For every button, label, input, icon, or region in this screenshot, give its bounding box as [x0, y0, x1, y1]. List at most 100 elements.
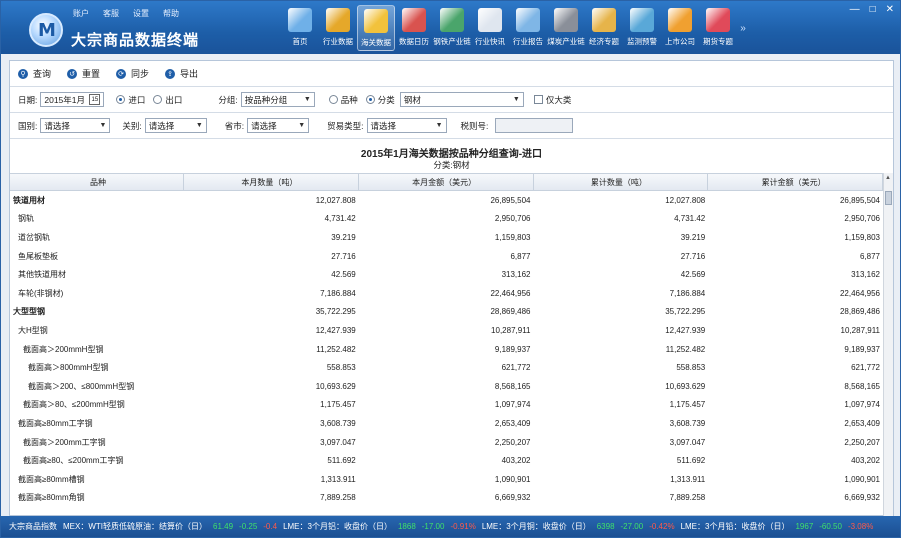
row-value-2: 9,189,937 — [494, 344, 531, 354]
toolbar-item-8[interactable]: 经济专题 — [585, 5, 623, 51]
menu-item-0[interactable]: 账户 — [73, 8, 89, 19]
row-value-3: 3,097.047 — [669, 437, 706, 447]
date-input[interactable]: 2015年1月 15 — [40, 92, 105, 107]
report-title: 2015年1月海关数据按品种分组查询-进口 — [360, 149, 543, 160]
only-big-checkbox[interactable] — [533, 95, 543, 104]
status-ticker: 大宗商品指数 MEX：WTI轻质低硫原油：结算价（日） 61.49 -0.25 -0.4… — [1, 516, 900, 537]
toolbar-item-6[interactable]: 行业报告 — [509, 5, 547, 51]
action-0-button[interactable]: ⚲ 查询 — [18, 67, 51, 80]
table-row[interactable]: 车轮(非钢材) 7,186.884 22,464,956 7,186.884 22,46… — [10, 284, 883, 303]
news-icon — [478, 8, 502, 32]
report-icon — [516, 8, 540, 32]
row-name: 截面高＞80、≤200mmH型钢 — [23, 400, 125, 410]
row-name: 截面高≥80mm工字钢 — [18, 418, 93, 428]
column-header-3[interactable]: 累计数量（吨） — [534, 174, 709, 190]
row-name: 截面高≥80mm槽钢 — [18, 474, 85, 484]
row-value-4: 1,090,901 — [844, 474, 880, 484]
menu-item-3[interactable]: 帮助 — [163, 8, 179, 19]
customs-select[interactable]: 请选择 ▼ — [144, 118, 207, 133]
minimize-icon[interactable]: — — [850, 4, 860, 15]
toolbar-item-2[interactable]: 海关数据 — [357, 5, 395, 51]
toolbar-item-0[interactable]: 首页 — [281, 5, 319, 51]
table-row[interactable]: 截面高＞200mmH型钢 11,252.482 9,189,937 11,252.48… — [10, 340, 883, 359]
table-row[interactable]: 截面高＞200、≤800mmH型钢 10,693.629 8,568,165 10,6… — [10, 377, 883, 396]
steel-icon — [440, 8, 464, 32]
ticker-price-1: 1868 — [397, 522, 416, 531]
table-row[interactable]: 截面高＞800mmH型钢 558.853 621,772 558.853 621,772 — [10, 358, 883, 377]
table-row[interactable]: 其他铁道用材 42.569 313,162 42.569 313,162 — [10, 265, 883, 284]
trade-select[interactable]: 请选择 ▼ — [366, 118, 447, 133]
column-header-4[interactable]: 累计金额（美元） — [708, 174, 883, 190]
toolbar-item-label: 海关数据 — [361, 38, 391, 47]
chevron-right-icon[interactable]: » — [737, 5, 749, 51]
action-3-button[interactable]: ⇪ 导出 — [165, 67, 198, 80]
row-value-4: 1,097,974 — [844, 400, 880, 410]
row-value-1: 42.569 — [331, 270, 356, 280]
column-header-0[interactable]: 品种 — [10, 174, 184, 190]
row-value-4: 403,202 — [851, 456, 880, 466]
row-value-1: 1,313.911 — [320, 474, 356, 484]
row-value-2: 6,877 — [510, 251, 531, 261]
toolbar-item-label: 上市公司 — [665, 37, 695, 46]
province-select[interactable]: 请选择 ▼ — [247, 118, 310, 133]
vertical-scrollbar[interactable]: ▲ — [883, 173, 893, 517]
table-row[interactable]: 大型型钢 35,722.295 28,869,486 35,722.295 28,869… — [10, 303, 883, 322]
tax-input[interactable] — [495, 118, 574, 133]
status-label: 大宗商品指数 — [9, 522, 57, 531]
group-select[interactable]: 按品种分组 ▼ — [240, 92, 315, 107]
column-header-2[interactable]: 本月金额（美元） — [359, 174, 534, 190]
customs-value: 请选择 — [148, 120, 175, 131]
toolbar-item-9[interactable]: 监测预警 — [623, 5, 661, 51]
table-row[interactable]: 道岔钢轨 39.219 1,159,803 39.219 1,159,803 — [10, 228, 883, 247]
ticker-change-1: -17.00 — [421, 522, 445, 531]
radio-variety-label: 品种 — [340, 94, 358, 105]
toolbar-item-5[interactable]: 行业快讯 — [471, 5, 509, 51]
radio-category[interactable]: 分类 — [365, 94, 395, 106]
maximize-icon[interactable]: □ — [870, 4, 876, 15]
row-value-1: 7,186.884 — [320, 288, 356, 298]
row-value-2: 313,162 — [501, 270, 531, 280]
action-2-button[interactable]: ⟳ 同步 — [116, 67, 149, 80]
column-header-1[interactable]: 本月数量（吨） — [184, 174, 359, 190]
toolbar-item-label: 首页 — [292, 37, 308, 46]
action-1-button[interactable]: ↺ 重置 — [67, 67, 100, 80]
table-body: 铁道用材 12,027.808 26,895,504 12,027.808 26,895… — [10, 191, 883, 507]
table-row[interactable]: 截面高≥80mm工字钢 3,608.739 2,653,409 3,608.739 2,… — [10, 414, 883, 433]
scroll-up-icon[interactable]: ▲ — [885, 175, 891, 181]
table-row[interactable]: 截面高≥80mm角钢 7,889.258 6,669,932 7,889.258 6,6… — [10, 489, 883, 508]
scrollbar-thumb[interactable] — [885, 191, 892, 205]
table-row[interactable]: 截面高＞80、≤200mmH型钢 1,175.457 1,097,974 1,175.… — [10, 396, 883, 415]
toolbar-item-10[interactable]: 上市公司 — [661, 5, 699, 51]
category-select[interactable]: 钢材 ▼ — [399, 92, 524, 107]
radio-export[interactable]: 出口 — [153, 94, 182, 106]
table-row[interactable]: 截面高≥80mm槽钢 1,313.911 1,090,901 1,313.911 1,0… — [10, 470, 883, 489]
calendar-icon[interactable]: 15 — [89, 94, 101, 105]
menu-item-1[interactable]: 客服 — [103, 8, 119, 19]
row-value-4: 313,162 — [851, 270, 880, 280]
table-row[interactable]: 截面高≥80、≤200mm工字钢 511.692 403,202 511.692 403… — [10, 451, 883, 470]
menu-item-2[interactable]: 设置 — [133, 8, 149, 19]
row-name: 截面高＞200、≤800mmH型钢 — [28, 381, 135, 391]
table-row[interactable]: 大H型钢 12,427.939 10,287,911 12,427.939 10,287… — [10, 321, 883, 340]
toolbar-item-1[interactable]: 行业数据 — [319, 5, 357, 51]
chevron-down-icon: ▼ — [99, 122, 107, 129]
row-value-1: 558.853 — [326, 363, 356, 373]
table-row[interactable]: 鱼尾板垫板 27.716 6,877 27.716 6,877 — [10, 247, 883, 266]
table-row[interactable]: 钢轨 4,731.42 2,950,706 4,731.42 2,950,706 — [10, 210, 883, 229]
header: M 大宗商品数据终端 账户 客服 设置 帮助 — □ ✕ 首页 行业数据 海关数据 数据日历 钢铁… — [1, 1, 900, 54]
company-icon — [668, 8, 692, 32]
toolbar-item-7[interactable]: 煤炭产业链 — [547, 5, 585, 51]
toolbar-item-4[interactable]: 钢铁产业链 — [433, 5, 471, 51]
table-row[interactable]: 截面高＞200mm工字钢 3,097.047 2,250,207 3,097.047 2… — [10, 433, 883, 452]
radio-import[interactable]: 进口 — [116, 94, 145, 106]
close-icon[interactable]: ✕ — [886, 4, 894, 15]
home-icon — [288, 8, 312, 32]
country-select[interactable]: 请选择 ▼ — [40, 118, 111, 133]
toolbar-item-3[interactable]: 数据日历 — [395, 5, 433, 51]
toolbar-item-11[interactable]: 期货专题 — [699, 5, 737, 51]
row-value-4: 2,250,207 — [844, 437, 880, 447]
table-row[interactable]: 铁道用材 12,027.808 26,895,504 12,027.808 26,895… — [10, 191, 883, 210]
radio-variety[interactable]: 品种 — [328, 94, 358, 106]
row-value-3: 27.716 — [680, 251, 706, 261]
ticker-percent-1: -0.91% — [450, 522, 476, 531]
